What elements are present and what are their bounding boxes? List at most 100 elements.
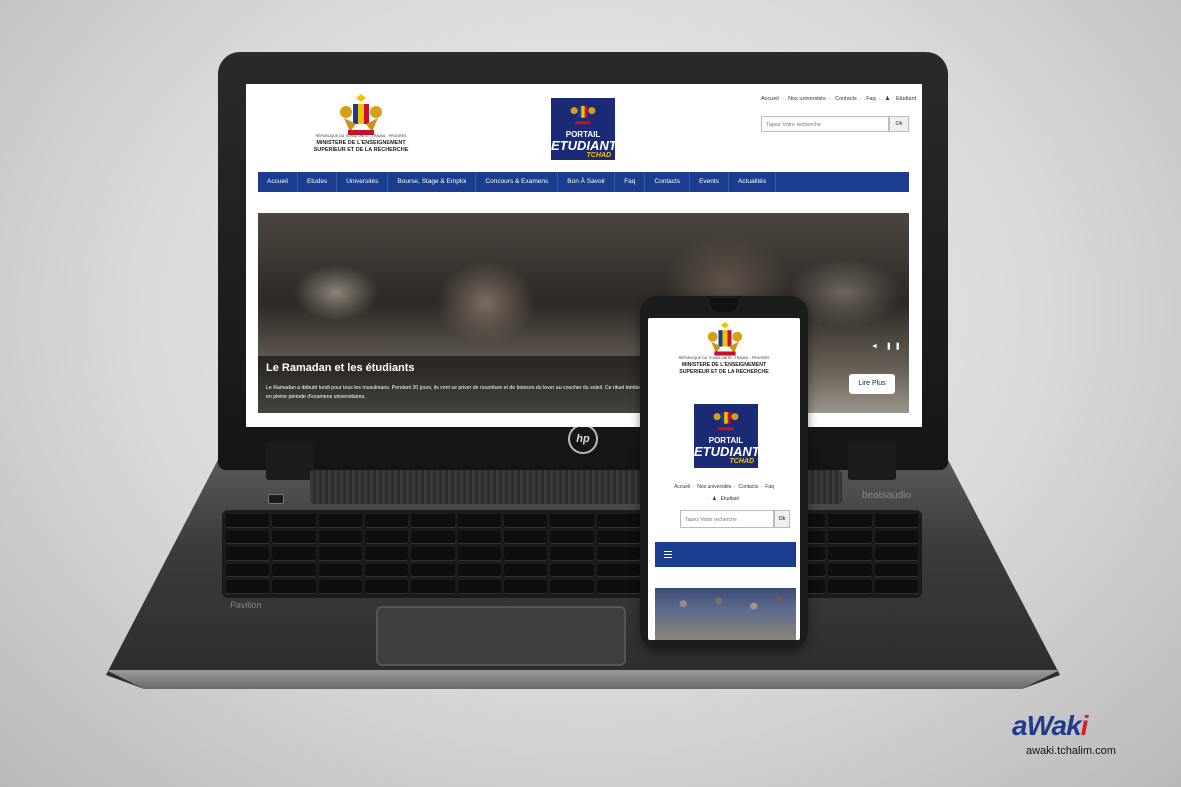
toplink-accueil[interactable]: Accueil [761, 96, 779, 102]
keyboard-key [226, 530, 270, 545]
keyboard-key [503, 580, 548, 594]
laptop-screen: RÉPUBLIQUE DU TCHAD UNITÉ - TRAVAIL - PR… [246, 84, 922, 427]
ministry-line-2: SUPERIEUR ET DE LA RECHERCHE [313, 147, 409, 153]
mobile-nav-bar [655, 542, 796, 567]
phone-notch [710, 298, 738, 312]
logo-line-2: ETUDIANT [694, 444, 760, 459]
keyboard-key [550, 547, 594, 561]
keyboard-key [364, 530, 409, 545]
keyboard-key [318, 530, 362, 545]
toplink-etudiant[interactable]: Etudiant [896, 96, 916, 102]
search-input[interactable]: Tapez Votre recherche [761, 116, 889, 132]
laptop-base-rim [106, 670, 1060, 689]
search-input[interactable]: Tapez Votre recherche [680, 510, 774, 528]
keyboard-key [272, 563, 316, 578]
keyboard-key [457, 514, 501, 528]
chad-emblem-icon [713, 411, 739, 431]
keyboard-key [226, 580, 270, 594]
top-links: Accueil · Nos universités · Contacts · Faq ·… [761, 96, 917, 102]
keyboard-key [364, 563, 409, 578]
nav-universites[interactable]: Universités [337, 172, 389, 192]
logo-line-3: TCHAD [729, 458, 755, 465]
keyboard-key [828, 530, 872, 545]
ministry-name: MINISTERE DE L'ENSEIGNEMENT SUPERIEUR ET… [306, 140, 416, 154]
keyboard-key [411, 514, 455, 528]
republic-text: RÉPUBLIQUE DU TCHAD UNITÉ - TRAVAIL - PR… [315, 134, 407, 138]
logo-letters: Wak [1026, 710, 1082, 741]
watermark-url: awaki.tchalim.com [1026, 745, 1116, 757]
nav-bon-a-savoir[interactable]: Bon À Savoir [558, 172, 616, 192]
keyboard-key [457, 530, 501, 545]
power-button [268, 494, 284, 504]
keyboard-key [318, 580, 362, 594]
keyboard-key [364, 547, 409, 561]
keyboard-key [874, 563, 918, 578]
keyboard-key [226, 547, 270, 561]
chad-emblem-icon [707, 322, 743, 356]
keyboard [222, 510, 922, 598]
keyboard-key [828, 547, 872, 561]
keyboard-key [364, 580, 409, 594]
hero-title: Le Ramadan et les étudiants [266, 362, 415, 374]
toplink-faq[interactable]: Faq [866, 96, 875, 102]
ministry-line-1: MINISTERE DE L'ENSEIGNEMENT [681, 362, 767, 368]
phone-screen: RÉPUBLIQUE DU TCHAD UNITÉ - TRAVAIL - PR… [648, 318, 800, 640]
laptop-hinge-left [266, 442, 314, 480]
keyboard-key [411, 547, 455, 561]
toplink-universites[interactable]: Nos universités [697, 484, 731, 490]
logo-letter-a: a [1012, 710, 1028, 741]
keyboard-key [503, 530, 548, 545]
nav-etudes[interactable]: Etudes [298, 172, 338, 192]
keyboard-key [550, 530, 594, 545]
toplink-faq[interactable]: Faq [765, 484, 774, 490]
nav-events[interactable]: Events [690, 172, 729, 192]
keyboard-key [503, 547, 548, 561]
toplink-etudiant[interactable]: Etudiant [721, 496, 739, 502]
keyboard-key [411, 530, 455, 545]
keyboard-key [411, 580, 455, 594]
keyboard-key [596, 514, 640, 528]
chad-emblem-icon [340, 94, 382, 135]
hp-logo: hp [568, 424, 598, 454]
user-icon: ♟ [885, 96, 890, 102]
main-nav: Accueil Etudes Universités Bourse, Stage… [258, 172, 909, 192]
nav-accueil[interactable]: Accueil [258, 172, 298, 192]
keyboard-key [318, 547, 362, 561]
keyboard-key [550, 580, 594, 594]
nav-concours[interactable]: Concours & Examens [476, 172, 559, 192]
logo-line-3: TCHAD [586, 152, 612, 159]
toplink-contacts[interactable]: Contacts [739, 484, 759, 490]
nav-bourse[interactable]: Bourse, Stage & Emploi [388, 172, 477, 192]
toplink-accueil[interactable]: Accueil [674, 484, 690, 490]
keyboard-key [272, 530, 316, 545]
keyboard-key [550, 563, 594, 578]
hero-text: Le Ramadan a débuté lundi pour tous les … [266, 385, 641, 400]
keyboard-key [874, 547, 918, 561]
toplink-universites[interactable]: Nos universités [788, 96, 826, 102]
slider-controls[interactable]: ◄ ❚❚ ► [871, 342, 918, 350]
logo-letter-i: i [1080, 710, 1089, 741]
keyboard-key [874, 530, 918, 545]
keyboard-key [318, 563, 362, 578]
hero-slider-image [655, 588, 796, 640]
nav-actualites[interactable]: Actualités [729, 172, 777, 192]
keyboard-key [828, 514, 872, 528]
search-button[interactable]: Ok [774, 510, 790, 528]
keyboard-key [503, 563, 548, 578]
keyboard-key [874, 580, 918, 594]
read-more-button[interactable]: Lire Plus [849, 374, 895, 394]
hamburger-icon[interactable] [664, 551, 672, 559]
keyboard-key [272, 547, 316, 561]
logo-line-2: ETUDIANT [551, 138, 617, 153]
republic-text: RÉPUBLIQUE DU TCHAD UNITÉ - TRAVAIL - PR… [678, 356, 770, 360]
touchpad [376, 606, 626, 666]
keyboard-key [596, 547, 640, 561]
nav-contacts[interactable]: Contacts [645, 172, 691, 192]
portail-etudiant-logo[interactable]: PORTAIL ETUDIANT TCHAD [551, 98, 617, 160]
keyboard-key [318, 514, 362, 528]
toplink-contacts[interactable]: Contacts [835, 96, 857, 102]
nav-faq[interactable]: Faq [615, 172, 646, 192]
portail-etudiant-logo[interactable]: PORTAIL ETUDIANT TCHAD [694, 404, 760, 468]
keyboard-key [411, 563, 455, 578]
search-button[interactable]: Ok [889, 116, 909, 132]
